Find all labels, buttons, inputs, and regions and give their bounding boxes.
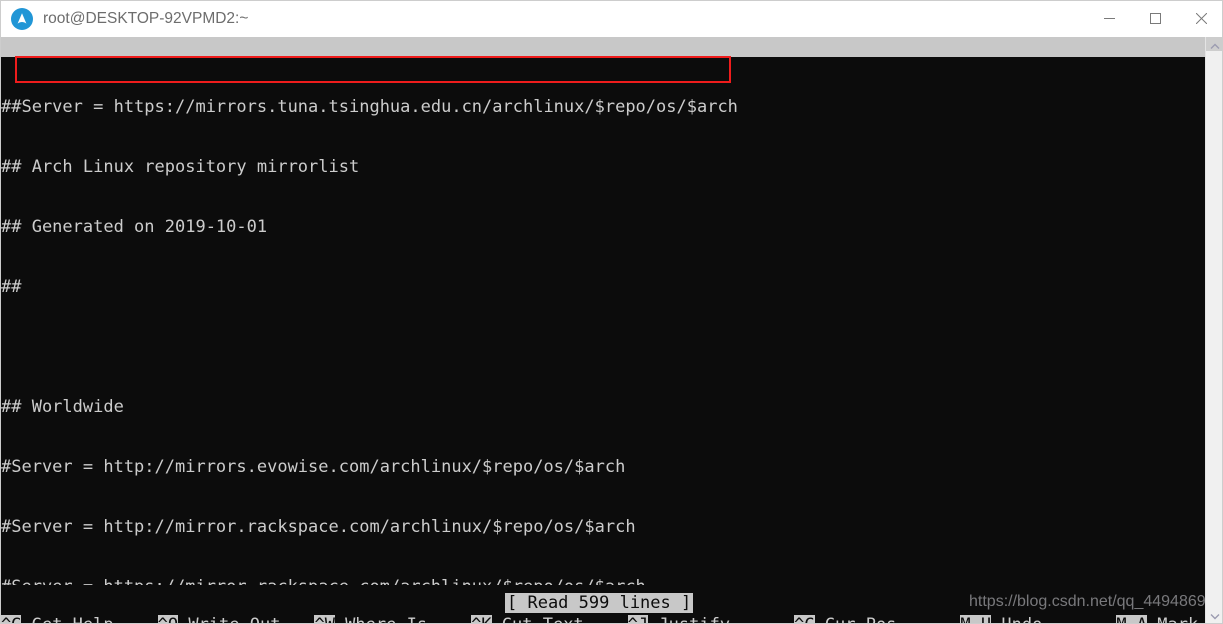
shortcut-key: ^G (1, 615, 22, 623)
maximize-button[interactable] (1132, 1, 1178, 36)
status-message: [ Read 599 lines ] (505, 593, 694, 613)
close-icon (1195, 13, 1207, 24)
editor-line[interactable]: ## Arch Linux repository mirrorlist (1, 157, 1205, 177)
shortcut-get-help[interactable]: ^G Get Help (1, 615, 114, 623)
shortcut-key: ^K (471, 615, 492, 623)
shortcut-undo[interactable]: M-U Undo (960, 615, 1042, 623)
shortcut-row-1: ^G Get Help ^O Write Out ^W Where Is ^K … (1, 615, 1205, 623)
shortcut-mark-text[interactable]: M-A Mark Text (1116, 615, 1205, 623)
shortcut-label: Cur Pos (815, 615, 897, 623)
shortcut-key: ^O (157, 615, 179, 623)
shortcut-key: M-U (960, 615, 992, 623)
shortcut-spacer (896, 615, 960, 623)
window-controls (1086, 1, 1222, 37)
window-title: root@DESKTOP-92VPMD2:~ (43, 10, 249, 27)
editor-line[interactable] (1, 337, 1205, 357)
editor-line[interactable]: ##Server = https://mirrors.tuna.tsinghua… (1, 97, 1205, 117)
shortcut-spacer (1042, 615, 1116, 623)
arch-linux-logo-icon (11, 8, 33, 30)
shortcut-key: ^C (794, 615, 815, 623)
close-button[interactable] (1178, 1, 1222, 36)
shortcut-justify[interactable]: ^J Justify (627, 615, 730, 623)
nano-title-bar: GNU nano 4.9.1 /etc/pacman.d/mirrorlist (1, 37, 1205, 57)
shortcut-label: Undo (991, 615, 1042, 623)
vertical-scrollbar[interactable] (1205, 37, 1222, 623)
minimize-icon (1103, 18, 1115, 19)
shortcut-spacer (427, 615, 471, 623)
shortcut-cut-text[interactable]: ^K Cut Text (471, 615, 584, 623)
shortcut-label: Justify (648, 615, 730, 623)
editor-line[interactable]: #Server = http://mirror.rackspace.com/ar… (1, 517, 1205, 537)
minimize-button[interactable] (1086, 1, 1132, 36)
shortcut-spacer (280, 615, 314, 623)
terminal-screen[interactable]: GNU nano 4.9.1 /etc/pacman.d/mirrorlist … (1, 37, 1205, 623)
terminal-window: root@DESKTOP-92VPMD2:~ ##Server = https:… (0, 0, 1223, 624)
maximize-icon (1149, 13, 1161, 24)
shortcut-where-is[interactable]: ^W Where Is (314, 615, 427, 623)
editor-line[interactable]: ## Worldwide (1, 397, 1205, 417)
title-bar-left: root@DESKTOP-92VPMD2:~ (1, 8, 1086, 30)
shortcut-key: ^W (314, 615, 335, 623)
shortcut-spacer (730, 615, 794, 623)
editor-line[interactable]: ## Generated on 2019-10-01 (1, 217, 1205, 237)
shortcut-spacer (584, 615, 628, 623)
editor-line[interactable]: #Server = http://mirrors.evowise.com/arc… (1, 457, 1205, 477)
editor-line[interactable]: ## (1, 277, 1205, 297)
shortcut-key: ^J (627, 615, 649, 623)
scroll-down-icon[interactable] (1206, 607, 1222, 623)
editor-line[interactable]: #Server = https://mirror.rackspace.com/a… (1, 577, 1205, 585)
shortcut-cur-pos[interactable]: ^C Cur Pos (794, 615, 897, 623)
shortcut-label: Cut Text (492, 615, 584, 623)
shortcut-bar: ^G Get Help ^O Write Out ^W Where Is ^K … (1, 615, 1205, 623)
scroll-up-icon[interactable] (1206, 37, 1222, 55)
shortcut-label: Write Out (178, 615, 280, 623)
shortcut-label: Where Is (335, 615, 427, 623)
shortcut-spacer (114, 615, 158, 623)
shortcut-label: Mark Text (1147, 615, 1205, 623)
title-bar: root@DESKTOP-92VPMD2:~ (1, 1, 1222, 37)
editor-text-area[interactable]: ##Server = https://mirrors.tuna.tsinghua… (1, 57, 1205, 585)
shortcut-label: Get Help (21, 615, 114, 623)
shortcut-write-out[interactable]: ^O Write Out (157, 615, 280, 623)
shortcut-key: M-A (1116, 615, 1148, 623)
